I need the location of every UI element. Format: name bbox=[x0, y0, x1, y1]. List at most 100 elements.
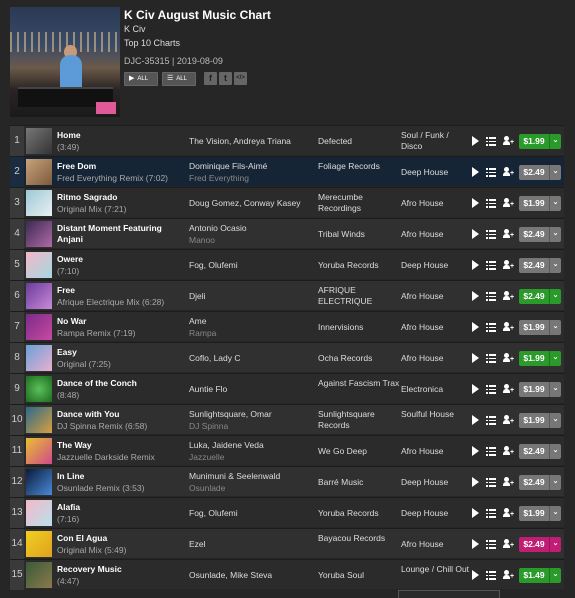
track-artists[interactable]: Antonio Ocasio bbox=[189, 223, 314, 233]
add-to-queue-icon[interactable] bbox=[486, 539, 496, 549]
track-artwork[interactable] bbox=[26, 190, 52, 216]
track-label[interactable]: Barré Music bbox=[318, 477, 400, 488]
chart-type[interactable]: Top 10 Charts bbox=[124, 38, 180, 48]
track-label[interactable]: Innervisions bbox=[318, 322, 400, 333]
chevron-down-icon[interactable]: ⌄ bbox=[549, 351, 561, 366]
track-artwork[interactable] bbox=[26, 128, 52, 154]
track-label[interactable]: Ocha Records bbox=[318, 353, 400, 364]
chevron-down-icon[interactable]: ⌄ bbox=[549, 506, 561, 521]
track-artists[interactable]: Djeli bbox=[189, 291, 314, 301]
buy-price-button[interactable]: $2.49 ⌄ bbox=[519, 537, 561, 552]
track-label[interactable]: Foliage Records bbox=[318, 161, 400, 172]
track-artwork[interactable] bbox=[26, 159, 52, 185]
buy-price-button[interactable]: $2.49 ⌄ bbox=[519, 227, 561, 242]
buy-price-button[interactable]: $1.99 ⌄ bbox=[519, 382, 561, 397]
track-remixer[interactable]: Fred Everything bbox=[189, 173, 314, 183]
buy-price-button[interactable]: $1.49 ⌄ bbox=[519, 568, 561, 583]
track-artwork[interactable] bbox=[26, 562, 52, 588]
track-title[interactable]: In Line bbox=[57, 471, 185, 481]
facebook-share-button[interactable]: f bbox=[204, 72, 217, 85]
track-title[interactable]: Dance of the Conch bbox=[57, 378, 185, 388]
chevron-down-icon[interactable]: ⌄ bbox=[549, 444, 561, 459]
play-icon[interactable] bbox=[472, 477, 479, 487]
play-all-button[interactable]: ▶ ALL bbox=[124, 72, 158, 86]
add-to-queue-icon[interactable] bbox=[486, 508, 496, 518]
chart-cover-image[interactable] bbox=[10, 7, 120, 117]
track-row[interactable]: 1 Home (3:49) The Vision, Andreya Triana Def… bbox=[10, 125, 564, 156]
buy-price-button[interactable]: $2.49 ⌄ bbox=[519, 444, 561, 459]
track-genre[interactable]: Soul / Funk / Disco bbox=[401, 130, 471, 152]
track-row[interactable]: 8 Easy Original (7:25) Coflo, Lady C Ocha Re… bbox=[10, 342, 564, 373]
track-label[interactable]: Yoruba Records bbox=[318, 260, 400, 271]
track-artwork[interactable] bbox=[26, 252, 52, 278]
add-to-playlist-icon[interactable]: + bbox=[503, 384, 514, 394]
track-artists[interactable]: The Vision, Andreya Triana bbox=[189, 136, 314, 146]
buy-price-button[interactable]: $1.99 ⌄ bbox=[519, 351, 561, 366]
play-icon[interactable] bbox=[472, 508, 479, 518]
buy-price-button[interactable]: $1.99 ⌄ bbox=[519, 413, 561, 428]
track-genre[interactable]: Deep House bbox=[401, 508, 471, 519]
track-label[interactable]: Tribal Winds bbox=[318, 229, 400, 240]
add-to-queue-icon[interactable] bbox=[486, 136, 496, 146]
play-icon[interactable] bbox=[472, 229, 479, 239]
track-label[interactable]: AFRIQUE ELECTRIQUE bbox=[318, 285, 400, 307]
track-label[interactable]: Defected bbox=[318, 136, 400, 147]
add-to-playlist-icon[interactable]: + bbox=[503, 291, 514, 301]
play-icon[interactable] bbox=[472, 136, 479, 146]
track-title[interactable]: Free Dom bbox=[57, 161, 185, 171]
track-row[interactable]: 3 Ritmo Sagrado Original Mix (7:21) Doug Go… bbox=[10, 187, 564, 218]
track-label[interactable]: Yoruba Records bbox=[318, 508, 400, 519]
track-remixer[interactable]: Osunlade bbox=[189, 483, 314, 493]
chevron-down-icon[interactable]: ⌄ bbox=[549, 289, 561, 304]
add-to-queue-icon[interactable] bbox=[486, 322, 496, 332]
track-artists[interactable]: Fog, Olufemi bbox=[189, 508, 314, 518]
play-icon[interactable] bbox=[472, 260, 479, 270]
track-label[interactable]: We Go Deep bbox=[318, 446, 400, 457]
track-artwork[interactable] bbox=[26, 376, 52, 402]
twitter-share-button[interactable]: t bbox=[219, 72, 232, 85]
track-genre[interactable]: Afro House bbox=[401, 539, 471, 550]
add-to-queue-icon[interactable] bbox=[486, 384, 496, 394]
add-to-playlist-icon[interactable]: + bbox=[503, 415, 514, 425]
buy-price-button[interactable]: $2.49 ⌄ bbox=[519, 258, 561, 273]
track-artwork[interactable] bbox=[26, 500, 52, 526]
chevron-down-icon[interactable]: ⌄ bbox=[549, 568, 561, 583]
play-icon[interactable] bbox=[472, 384, 479, 394]
play-icon[interactable] bbox=[472, 539, 479, 549]
chevron-down-icon[interactable]: ⌄ bbox=[549, 537, 561, 552]
add-to-queue-icon[interactable] bbox=[486, 570, 496, 580]
buy-price-button[interactable]: $2.49 ⌄ bbox=[519, 289, 561, 304]
add-to-queue-icon[interactable] bbox=[486, 229, 496, 239]
track-genre[interactable]: Afro House bbox=[401, 353, 471, 364]
track-title[interactable]: Dance with You bbox=[57, 409, 185, 419]
play-icon[interactable] bbox=[472, 446, 479, 456]
track-artwork[interactable] bbox=[26, 407, 52, 433]
chevron-down-icon[interactable]: ⌄ bbox=[549, 227, 561, 242]
track-title[interactable]: Alafia bbox=[57, 502, 185, 512]
track-genre[interactable]: Afro House bbox=[401, 229, 471, 240]
buy-price-button[interactable]: $2.49 ⌄ bbox=[519, 165, 561, 180]
buy-price-button[interactable]: $1.99 ⌄ bbox=[519, 196, 561, 211]
add-to-playlist-icon[interactable]: + bbox=[503, 477, 514, 487]
track-artwork[interactable] bbox=[26, 314, 52, 340]
track-title[interactable]: The Way bbox=[57, 440, 185, 450]
track-artists[interactable]: Osunlade, Mike Steva bbox=[189, 570, 314, 580]
track-row[interactable]: 10 Dance with You DJ Spinna Remix (6:58) Su… bbox=[10, 404, 564, 435]
track-artists[interactable]: Doug Gomez, Conway Kasey bbox=[189, 198, 314, 208]
queue-all-button[interactable]: ☰ ALL bbox=[162, 72, 196, 86]
track-artists[interactable]: Luka, Jaidene Veda bbox=[189, 440, 314, 450]
track-genre[interactable]: Deep House bbox=[401, 260, 471, 271]
track-row[interactable]: 15 Recovery Music (4:47) Osunlade, Mike Ste… bbox=[10, 559, 564, 590]
track-row[interactable]: 6 Free Afrique Electrique Mix (6:28) Djeli A… bbox=[10, 280, 564, 311]
track-artwork[interactable] bbox=[26, 469, 52, 495]
add-to-queue-icon[interactable] bbox=[486, 446, 496, 456]
track-artwork[interactable] bbox=[26, 531, 52, 557]
play-icon[interactable] bbox=[472, 198, 479, 208]
add-to-playlist-icon[interactable]: + bbox=[503, 322, 514, 332]
track-title[interactable]: Distant Moment Featuring Anjani bbox=[57, 223, 185, 245]
add-to-queue-icon[interactable] bbox=[486, 477, 496, 487]
add-to-playlist-icon[interactable]: + bbox=[503, 539, 514, 549]
track-artwork[interactable] bbox=[26, 345, 52, 371]
track-remixer[interactable]: Manoo bbox=[189, 235, 314, 245]
add-to-playlist-icon[interactable]: + bbox=[503, 260, 514, 270]
